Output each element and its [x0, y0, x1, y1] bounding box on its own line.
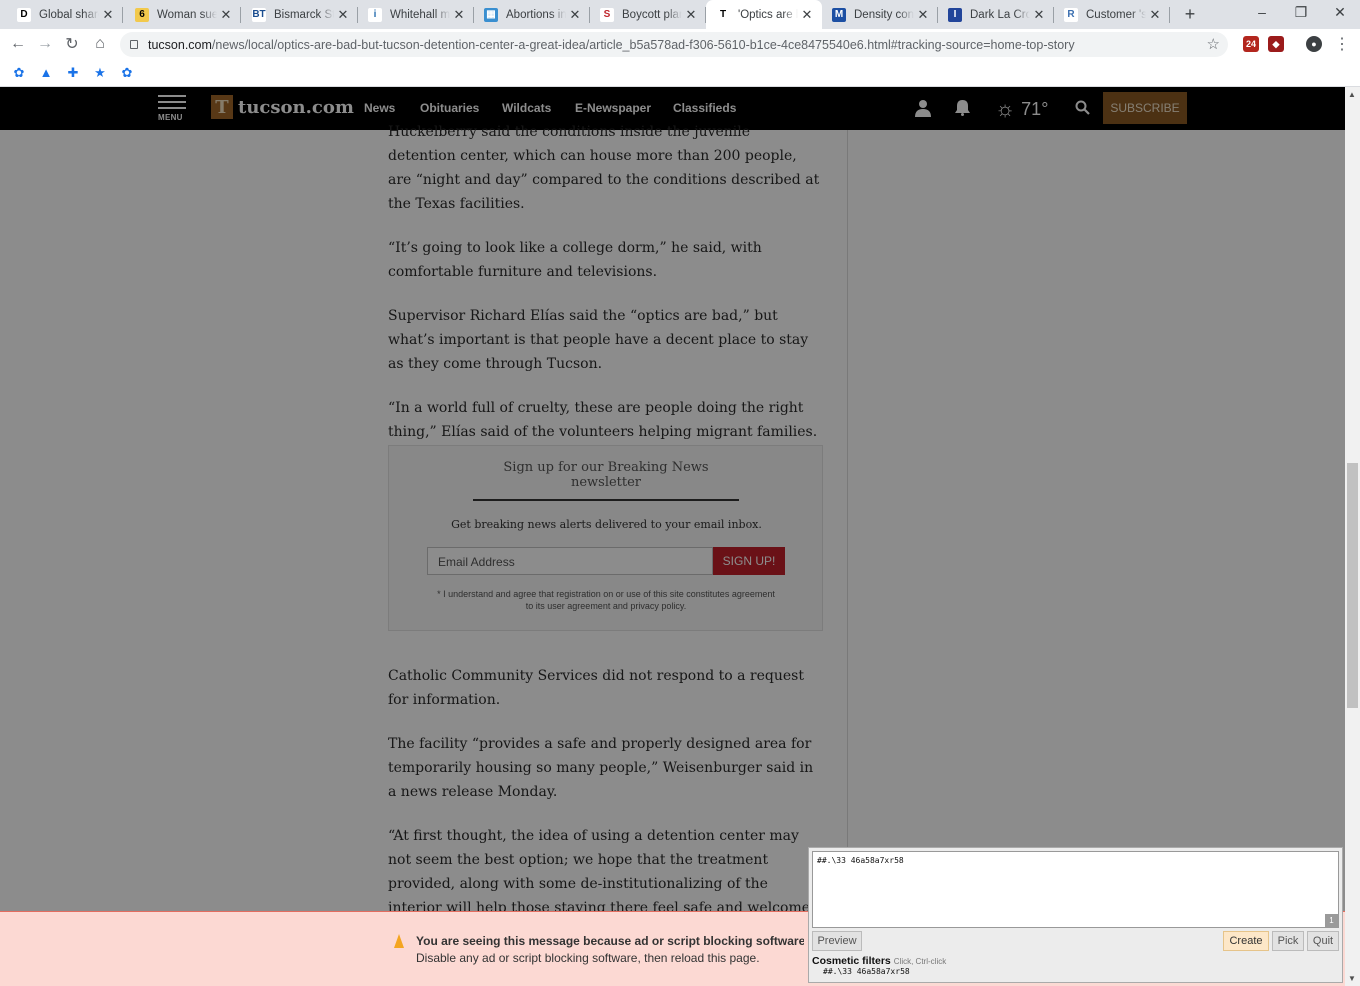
element-picker-dialog: ##.\33 46a58a7xr58 1 Preview Create Pick…: [808, 847, 1343, 983]
tab-close-icon[interactable]: ✕: [568, 7, 582, 23]
pick-button[interactable]: Pick: [1272, 931, 1304, 951]
filter-textarea[interactable]: ##.\33 46a58a7xr58: [812, 851, 1339, 928]
scrollbar-thumb[interactable]: [1347, 463, 1358, 708]
preview-button[interactable]: Preview: [812, 931, 862, 951]
browser-tab[interactable]: D Global shares✕: [7, 0, 123, 29]
tab-title: Abortions in S: [506, 8, 566, 21]
tab-close-icon[interactable]: ✕: [1148, 7, 1162, 23]
tab-title: Global shares: [39, 8, 99, 21]
flask-icon[interactable]: ▲: [38, 65, 54, 80]
browser-tab[interactable]: M Density conce✕: [822, 0, 938, 29]
tab-separator: [122, 7, 123, 23]
browser-tab[interactable]: 6 Woman sues✕: [125, 0, 241, 29]
tab-close-icon[interactable]: ✕: [684, 7, 698, 23]
tab-close-icon[interactable]: ✕: [219, 7, 233, 23]
tab-title: Boycott plann: [622, 8, 682, 21]
tab-close-icon[interactable]: ✕: [452, 7, 466, 23]
tab-title: Dark La Cross: [970, 8, 1030, 21]
tab-favicon-icon: i: [368, 7, 382, 22]
calendar-extension-icon[interactable]: 24: [1243, 36, 1259, 52]
browser-tab[interactable]: S Boycott plann✕: [590, 0, 706, 29]
browser-tab[interactable]: T 'Optics are ba✕: [706, 0, 822, 29]
reload-icon[interactable]: ↻: [61, 33, 83, 55]
browser-tab[interactable]: R Customer 'sh✕: [1054, 0, 1170, 29]
minimize-button[interactable]: ‒: [1252, 4, 1272, 20]
back-icon[interactable]: ←: [7, 33, 29, 55]
tab-favicon-icon: S: [600, 7, 614, 22]
bookmarks-bar: ✿ ▲ ✚ ★ ✿: [0, 60, 1360, 87]
profile-avatar-icon[interactable]: ●: [1306, 36, 1322, 52]
tab-close-icon[interactable]: ✕: [1032, 7, 1046, 23]
gear-icon[interactable]: ✿: [11, 65, 27, 81]
bookmark-star-icon[interactable]: ☆: [1207, 35, 1220, 53]
scroll-down-icon[interactable]: ▼: [1348, 974, 1356, 983]
restore-button[interactable]: ❐: [1291, 4, 1311, 21]
tab-separator: [1169, 7, 1170, 23]
tab-close-icon[interactable]: ✕: [800, 7, 814, 23]
ublock-shield-icon[interactable]: ◆: [1268, 36, 1284, 52]
tab-close-icon[interactable]: ✕: [916, 7, 930, 23]
tab-title: Whitehall man: [390, 8, 450, 21]
cosmetic-filter-item[interactable]: ##.\33 46a58a7xr58: [823, 967, 910, 976]
tab-favicon-icon: T: [716, 7, 730, 22]
url-host: tucson.com: [148, 37, 212, 52]
tab-close-icon[interactable]: ✕: [101, 7, 115, 23]
browser-tab[interactable]: i Whitehall man✕: [358, 0, 474, 29]
gear-icon[interactable]: ✿: [119, 65, 135, 81]
browser-tab[interactable]: ▦ Abortions in S✕: [474, 0, 590, 29]
puzzle-icon[interactable]: ✚: [65, 65, 81, 81]
adblock-instructions: Disable any ad or script blocking softwa…: [416, 951, 760, 965]
match-count-badge: 1: [1325, 914, 1338, 927]
tab-favicon-icon: I: [948, 7, 962, 22]
tab-strip: DGlobal shares✕6Woman sues✕BTBismarck St…: [0, 0, 1360, 29]
new-tab-button[interactable]: +: [1180, 4, 1200, 25]
tab-favicon-icon: M: [832, 7, 846, 22]
tab-title: Woman sues: [157, 8, 217, 21]
tab-title: Density conce: [854, 8, 914, 21]
adblock-message: You are seeing this message because ad o…: [416, 934, 804, 948]
cosmetic-filters-title: Cosmetic filters: [812, 955, 891, 967]
quit-button[interactable]: Quit: [1307, 931, 1339, 951]
tab-title: Customer 'sh: [1086, 8, 1146, 21]
tab-separator: [240, 7, 241, 23]
lock-icon: [130, 40, 138, 49]
create-button[interactable]: Create: [1223, 931, 1269, 951]
tab-favicon-icon: R: [1064, 7, 1078, 22]
tab-title: 'Optics are ba: [738, 8, 798, 21]
cosmetic-filters-header: Cosmetic filters Click, Ctrl-click: [812, 955, 946, 967]
tab-favicon-icon: BT: [252, 7, 266, 22]
browser-menu-icon[interactable]: ⋮: [1331, 33, 1353, 55]
cosmetic-filters-hint: Click, Ctrl-click: [893, 957, 947, 966]
tab-title: Bismarck State: [274, 8, 334, 21]
tab-favicon-icon: ▦: [484, 7, 498, 22]
scroll-up-icon[interactable]: ▲: [1348, 90, 1356, 99]
extension-badge: 24: [1245, 39, 1256, 49]
warning-icon: [394, 934, 404, 948]
tab-close-icon[interactable]: ✕: [336, 7, 350, 23]
browser-tab[interactable]: I Dark La Cross✕: [938, 0, 1054, 29]
forward-icon[interactable]: →: [34, 33, 56, 55]
url-path: /news/local/optics-are-bad-but-tucson-de…: [211, 37, 1075, 52]
tab-favicon-icon: 6: [135, 7, 149, 22]
tab-favicon-icon: D: [17, 7, 31, 22]
browser-toolbar: ← → ↻ ⌂ tucson.com/news/local/optics-are…: [0, 29, 1360, 60]
browser-tab[interactable]: BT Bismarck State✕: [242, 0, 358, 29]
close-window-button[interactable]: ✕: [1330, 4, 1350, 21]
home-icon[interactable]: ⌂: [89, 33, 111, 55]
address-bar[interactable]: tucson.com/news/local/optics-are-bad-but…: [120, 32, 1228, 57]
page-scrollbar[interactable]: ▲ ▼: [1345, 87, 1360, 986]
star-icon[interactable]: ★: [92, 65, 108, 81]
